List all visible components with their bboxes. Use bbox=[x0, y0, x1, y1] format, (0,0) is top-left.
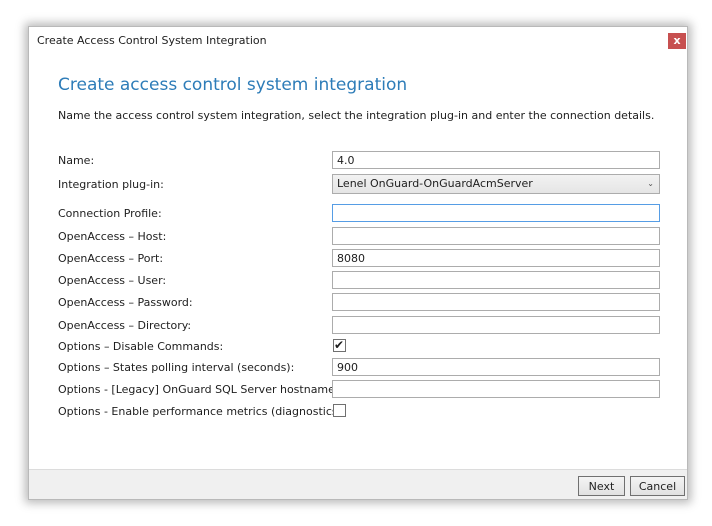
perf-metrics-checkbox[interactable] bbox=[333, 404, 346, 417]
page-title: Create access control system integration bbox=[58, 75, 408, 95]
polling-interval-label: Options – States polling interval (secon… bbox=[58, 361, 295, 374]
dialog-footer: Next Cancel bbox=[29, 469, 687, 499]
checkmark-icon: ✔ bbox=[334, 338, 345, 352]
sql-hostname-input[interactable] bbox=[332, 380, 660, 398]
connection-profile-label: Connection Profile: bbox=[58, 207, 162, 220]
plugin-select-value: Lenel OnGuard-OnGuardAcmServer bbox=[337, 177, 533, 190]
sql-hostname-label: Options - [Legacy] OnGuard SQL Server ho… bbox=[58, 383, 339, 396]
integration-dialog: Create Access Control System Integration… bbox=[28, 26, 688, 500]
port-label: OpenAccess – Port: bbox=[58, 252, 164, 265]
disable-commands-label: Options – Disable Commands: bbox=[58, 340, 224, 353]
plugin-label: Integration plug-in: bbox=[58, 178, 164, 191]
page-description: Name the access control system integrati… bbox=[58, 109, 655, 122]
directory-label: OpenAccess – Directory: bbox=[58, 319, 192, 332]
directory-input[interactable] bbox=[332, 316, 660, 334]
host-input[interactable] bbox=[332, 227, 660, 245]
chevron-down-icon: ⌄ bbox=[647, 179, 654, 188]
title-bar: Create Access Control System Integration… bbox=[29, 27, 687, 55]
password-input[interactable] bbox=[332, 293, 660, 311]
plugin-select[interactable]: Lenel OnGuard-OnGuardAcmServer ⌄ bbox=[332, 174, 660, 194]
polling-interval-input[interactable] bbox=[332, 358, 660, 376]
user-input[interactable] bbox=[332, 271, 660, 289]
next-button[interactable]: Next bbox=[578, 476, 625, 496]
cancel-button[interactable]: Cancel bbox=[630, 476, 685, 496]
disable-commands-checkbox[interactable]: ✔ bbox=[333, 338, 346, 352]
host-label: OpenAccess – Host: bbox=[58, 230, 167, 243]
window-title: Create Access Control System Integration bbox=[37, 34, 267, 47]
password-label: OpenAccess – Password: bbox=[58, 296, 193, 309]
name-label: Name: bbox=[58, 154, 95, 167]
port-input[interactable] bbox=[332, 249, 660, 267]
connection-profile-input[interactable] bbox=[332, 204, 660, 222]
name-input[interactable] bbox=[332, 151, 660, 169]
close-button[interactable]: x bbox=[668, 33, 686, 49]
user-label: OpenAccess – User: bbox=[58, 274, 167, 287]
perf-metrics-label: Options - Enable performance metrics (di… bbox=[58, 405, 346, 418]
